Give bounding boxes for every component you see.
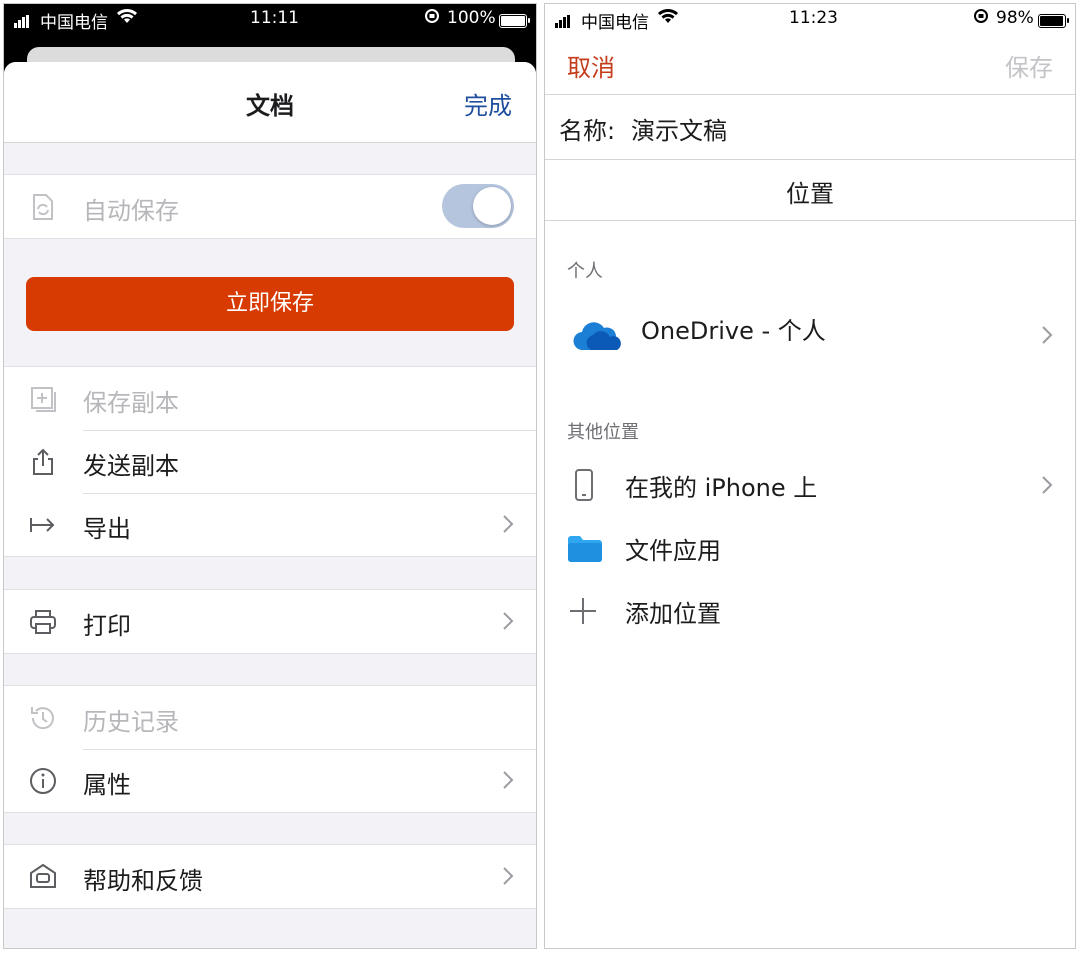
send-copy-label: 发送副本	[83, 452, 179, 480]
chevron-right-icon	[502, 866, 514, 886]
sheet-header: 文档 完成	[4, 62, 536, 143]
help-group: 帮助和反馈	[4, 844, 536, 909]
carrier-label: 中国电信	[581, 13, 649, 33]
files-app-label: 文件应用	[625, 537, 721, 565]
export-label: 导出	[83, 515, 131, 543]
battery-percent: 98%	[996, 8, 1034, 28]
history-label: 历史记录	[83, 708, 179, 736]
name-input[interactable]: 演示文稿	[631, 111, 727, 146]
help-row[interactable]: 帮助和反馈	[4, 845, 536, 908]
printer-icon	[28, 607, 58, 637]
phone-icon	[567, 468, 603, 502]
properties-label: 属性	[83, 771, 131, 799]
battery-icon	[1035, 11, 1069, 31]
history-row[interactable]: 历史记录	[4, 686, 536, 749]
export-row[interactable]: 导出	[4, 493, 536, 556]
chevron-right-icon	[1041, 475, 1053, 495]
print-label: 打印	[83, 612, 131, 640]
signal-icon	[555, 8, 571, 28]
iphone-row[interactable]: 在我的 iPhone 上	[545, 454, 1075, 516]
status-time: 11:11	[250, 8, 299, 28]
done-button[interactable]: 完成	[464, 86, 512, 121]
cancel-button[interactable]: 取消	[567, 48, 615, 83]
help-label: 帮助和反馈	[83, 867, 203, 895]
battery-percent: 100%	[447, 8, 496, 28]
share-icon	[28, 447, 58, 477]
name-label: 名称:	[559, 117, 616, 145]
autosave-label: 自动保存	[83, 197, 179, 225]
save-copy-icon	[28, 384, 58, 414]
carrier-label: 中国电信	[40, 13, 108, 33]
history-icon	[28, 703, 58, 733]
save-button[interactable]: 保存	[1005, 48, 1053, 83]
save-copy-row[interactable]: 保存副本	[4, 367, 536, 430]
nav-bar: 取消 保存	[545, 34, 1075, 95]
feedback-icon	[28, 862, 58, 892]
location-header: 位置	[545, 160, 1075, 221]
onedrive-row[interactable]: OneDrive - 个人	[545, 304, 1075, 366]
save-copy-label: 保存副本	[83, 389, 179, 417]
chevron-right-icon	[1041, 325, 1053, 345]
info-group: 历史记录 属性	[4, 685, 536, 813]
signal-icon	[14, 8, 30, 28]
files-app-row[interactable]: 文件应用	[545, 517, 1075, 579]
name-field-row: 名称: 演示文稿	[545, 95, 1075, 160]
autosave-row: 自动保存	[4, 175, 536, 238]
add-location-label: 添加位置	[625, 600, 721, 628]
sheet-title: 文档	[246, 92, 294, 120]
properties-row[interactable]: 属性	[4, 749, 536, 812]
info-icon	[28, 766, 58, 796]
chevron-right-icon	[502, 611, 514, 631]
iphone-label: 在我的 iPhone 上	[625, 474, 818, 502]
left-screen: 中国电信 11:11 100% 文档 完成 自动保存 立即保存 保存副本 发送副…	[3, 3, 537, 949]
location-title: 位置	[786, 180, 834, 208]
battery-icon	[496, 11, 530, 31]
chevron-right-icon	[502, 514, 514, 534]
print-group: 打印	[4, 589, 536, 654]
send-copy-row[interactable]: 发送副本	[4, 430, 536, 493]
copy-group: 保存副本 发送副本 导出	[4, 366, 536, 557]
chevron-right-icon	[502, 770, 514, 790]
status-bar: 中国电信 11:23 98%	[545, 4, 1075, 34]
onedrive-cloud-icon	[571, 318, 621, 352]
status-time: 11:23	[789, 8, 838, 28]
save-now-button[interactable]: 立即保存	[26, 277, 514, 331]
status-bar: 中国电信 11:11 100%	[4, 4, 536, 34]
export-icon	[28, 510, 58, 540]
autosave-icon	[28, 192, 58, 222]
other-locations-header: 其他位置	[567, 422, 639, 443]
add-location-row[interactable]: 添加位置	[545, 580, 1075, 642]
orientation-lock-icon	[424, 8, 440, 29]
print-row[interactable]: 打印	[4, 590, 536, 653]
folder-icon	[567, 531, 603, 565]
wifi-icon	[657, 8, 679, 29]
autosave-toggle[interactable]	[442, 184, 514, 228]
personal-section-header: 个人	[567, 261, 603, 282]
document-sheet: 文档 完成 自动保存 立即保存 保存副本 发送副本 导出 打印 历史记录 属性 …	[4, 62, 536, 948]
right-screen: 中国电信 11:23 98% 取消 保存 名称: 演示文稿 位置 个人 OneD…	[544, 3, 1076, 949]
orientation-lock-icon	[973, 8, 989, 29]
onedrive-label: OneDrive - 个人	[641, 317, 826, 345]
autosave-group: 自动保存	[4, 174, 536, 239]
wifi-icon	[116, 8, 138, 29]
plus-icon	[567, 594, 603, 628]
